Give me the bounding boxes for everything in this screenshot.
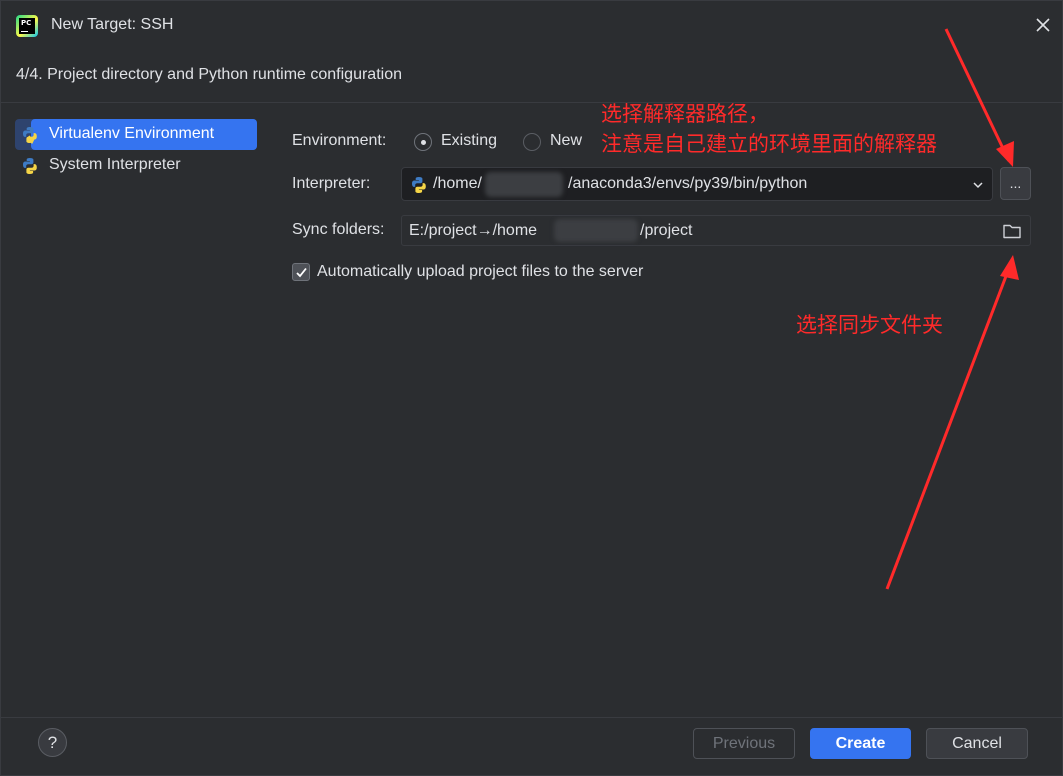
sync-folders-label: Sync folders: (292, 221, 385, 238)
interpreter-path-suffix: /anaconda3/envs/py39/bin/python (568, 175, 808, 192)
auto-upload-checkbox[interactable] (292, 263, 310, 281)
chevron-down-icon[interactable] (972, 179, 984, 191)
close-icon[interactable] (1031, 13, 1055, 37)
redacted-username (485, 172, 563, 197)
pycharm-logo-icon: PC (16, 15, 38, 37)
auto-upload-label[interactable]: Automatically upload project files to th… (317, 263, 643, 281)
environment-type-list: Virtualenv Environment System Interprete… (1, 103, 266, 717)
cancel-button[interactable]: Cancel (926, 728, 1028, 759)
sidebar-item-system-interpreter[interactable]: System Interpreter (15, 150, 257, 181)
python-icon (23, 158, 37, 174)
help-button[interactable]: ? (38, 728, 67, 757)
annotation-sync-note: 选择同步文件夹 (796, 313, 943, 337)
new-radio-label[interactable]: New (550, 132, 582, 150)
previous-button[interactable]: Previous (693, 728, 795, 759)
python-virtualenv-icon (23, 127, 37, 144)
interpreter-path-prefix: /home/ (433, 175, 482, 192)
existing-radio-label[interactable]: Existing (441, 132, 497, 150)
interpreter-label: Interpreter: (292, 175, 371, 192)
new-radio[interactable] (523, 133, 541, 151)
divider (1, 717, 1062, 718)
checkmark-icon (296, 267, 307, 278)
create-button[interactable]: Create (810, 728, 911, 759)
sync-folders-field[interactable]: E:/project→/home /project (401, 215, 1031, 246)
redacted-username (554, 219, 638, 242)
step-subtitle: 4/4. Project directory and Python runtim… (16, 66, 402, 83)
environment-label: Environment: (292, 132, 387, 149)
sidebar-item-virtualenv[interactable]: Virtualenv Environment (15, 119, 257, 150)
interpreter-select[interactable]: /home/ /anaconda3/envs/py39/bin/python (401, 167, 993, 201)
browse-interpreter-button[interactable]: ... (1000, 167, 1031, 200)
python-icon (412, 177, 426, 193)
sidebar-item-label: System Interpreter (49, 156, 181, 173)
dialog-window: PC New Target: SSH 4/4. Project director… (0, 0, 1063, 776)
folder-icon[interactable] (1002, 222, 1022, 240)
annotation-interpreter-note: 选择解释器路径， 注意是自己建立的环境里面的解释器 (601, 102, 937, 156)
title-bar: PC New Target: SSH (1, 1, 1062, 51)
window-title: New Target: SSH (51, 16, 174, 33)
sidebar-item-label: Virtualenv Environment (49, 125, 215, 142)
sync-path-prefix: E:/project→/home (409, 222, 538, 239)
sync-path-suffix: /project (640, 222, 693, 239)
existing-radio[interactable] (414, 133, 432, 151)
